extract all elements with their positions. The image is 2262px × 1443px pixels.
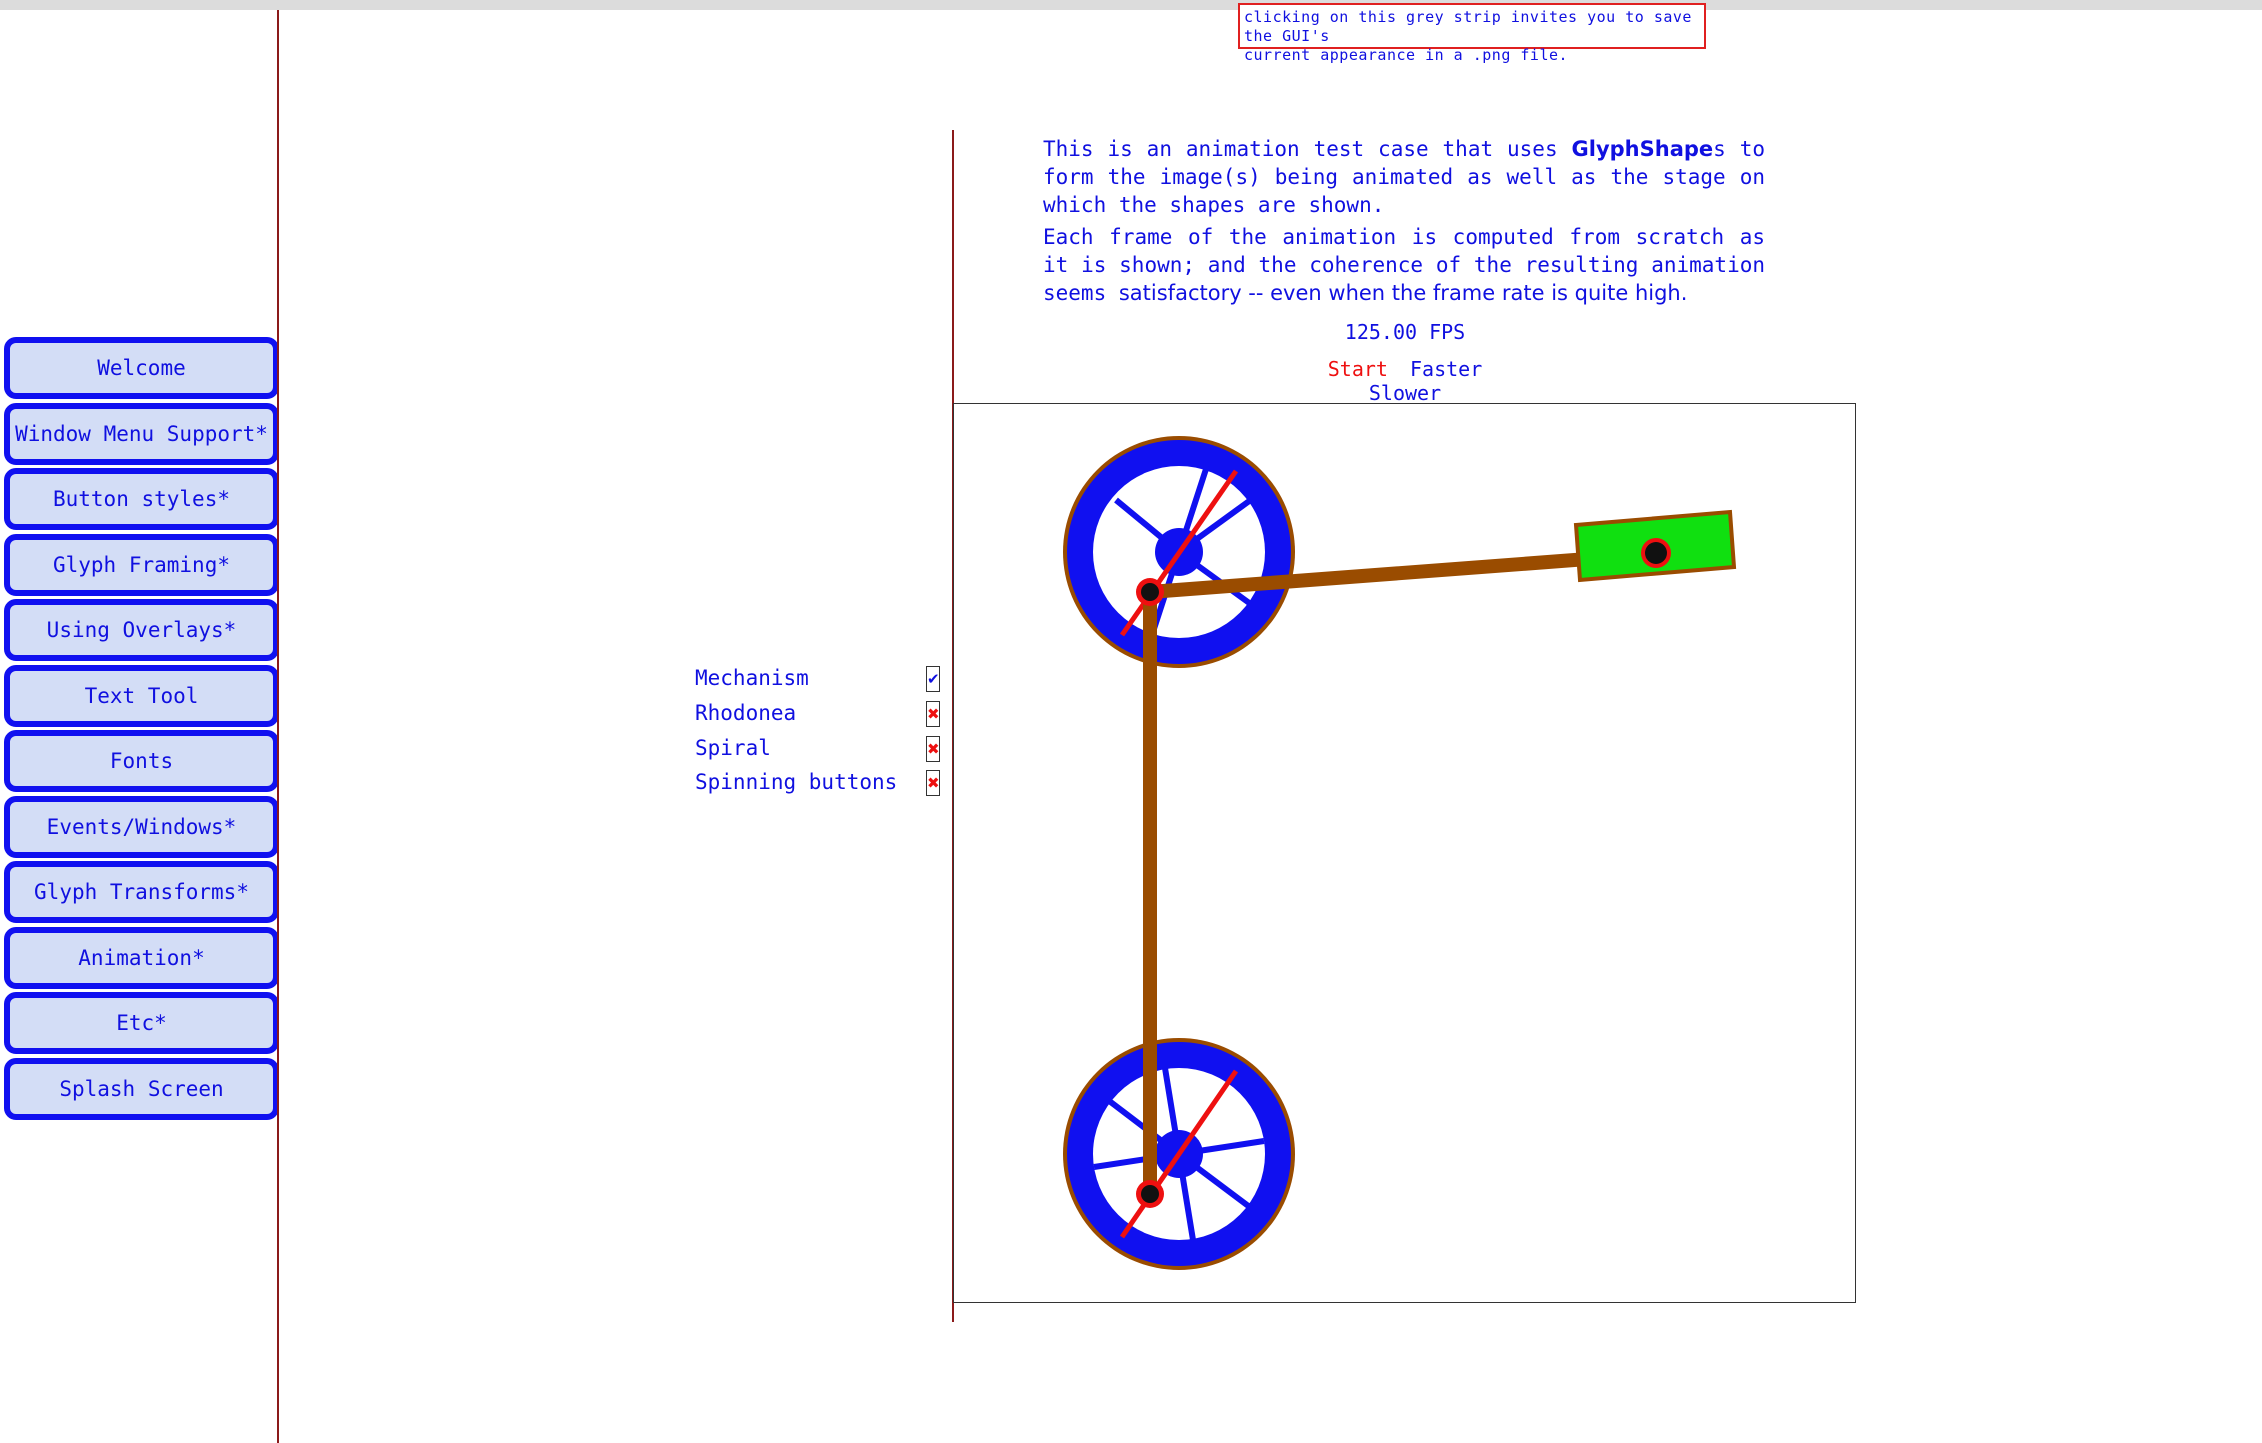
- sidebar-item-fonts[interactable]: Fonts: [4, 730, 279, 792]
- bottom-pivot: [1141, 1185, 1159, 1203]
- option-spinning-buttons[interactable]: Spinning buttons ✖: [695, 767, 955, 797]
- glyphshape-term: GlyphShape: [1571, 137, 1714, 161]
- animation-controls: Start Faster Slower: [1290, 357, 1520, 405]
- description-p1-text: This is an animation test case that uses: [1043, 137, 1572, 161]
- grey-save-strip[interactable]: [0, 0, 2262, 10]
- description-paragraph-2: Each frame of the animation is computed …: [1043, 223, 1765, 307]
- sidebar-item-using-overlays[interactable]: Using Overlays*: [4, 599, 279, 661]
- slower-button[interactable]: Slower: [1369, 381, 1441, 405]
- top-wheel: [1063, 436, 1295, 668]
- sidebar-divider: [277, 10, 279, 1443]
- animation-stage: [953, 403, 1856, 1303]
- description: This is an animation test case that uses…: [1043, 135, 1765, 311]
- tooltip-line-1: clicking on this grey strip invites you …: [1244, 8, 1692, 45]
- option-spiral-checkbox[interactable]: ✖: [926, 736, 940, 762]
- sidebar: Welcome Window Menu Support* Button styl…: [0, 0, 279, 1443]
- faster-button[interactable]: Faster: [1410, 357, 1482, 381]
- option-spinning-buttons-label: Spinning buttons: [695, 770, 898, 794]
- sidebar-item-text-tool[interactable]: Text Tool: [4, 665, 279, 727]
- fps-readout: 125.00 FPS: [1344, 320, 1466, 344]
- option-rhodonea-checkbox[interactable]: ✖: [926, 701, 940, 727]
- start-button[interactable]: Start: [1328, 357, 1388, 381]
- sidebar-item-glyph-transforms[interactable]: Glyph Transforms*: [4, 861, 279, 923]
- option-mechanism-label: Mechanism: [695, 666, 809, 690]
- sidebar-item-glyph-framing[interactable]: Glyph Framing*: [4, 534, 279, 596]
- option-spiral-label: Spiral: [695, 736, 771, 760]
- option-rhodonea[interactable]: Rhodonea ✖: [695, 698, 955, 728]
- sidebar-item-welcome[interactable]: Welcome: [4, 337, 279, 399]
- description-paragraph-1: This is an animation test case that uses…: [1043, 135, 1765, 219]
- sidebar-item-button-styles[interactable]: Button styles*: [4, 468, 279, 530]
- slider-pin: [1645, 542, 1667, 564]
- sidebar-item-events-windows[interactable]: Events/Windows*: [4, 796, 279, 858]
- sidebar-item-window-menu-support[interactable]: Window Menu Support*: [4, 403, 279, 465]
- tooltip-line-2: current appearance in a .png file.: [1244, 46, 1569, 64]
- sidebar-item-splash-screen[interactable]: Splash Screen: [4, 1058, 279, 1120]
- option-mechanism-checkbox[interactable]: ✔: [926, 666, 940, 692]
- description-p2-rest: satisfactory -- even when the frame rate…: [1118, 281, 1688, 305]
- bottom-wheel: [1063, 1038, 1295, 1270]
- option-spinning-buttons-checkbox[interactable]: ✖: [926, 770, 940, 796]
- option-spiral[interactable]: Spiral ✖: [695, 733, 955, 763]
- save-tooltip: clicking on this grey strip invites you …: [1238, 3, 1706, 64]
- option-mechanism[interactable]: Mechanism ✔: [695, 663, 955, 693]
- mechanism-drawing: [1063, 436, 1737, 1270]
- sidebar-item-animation[interactable]: Animation*: [4, 927, 279, 989]
- top-pivot: [1141, 583, 1159, 601]
- sidebar-item-etc[interactable]: Etc*: [4, 992, 279, 1054]
- option-rhodonea-label: Rhodonea: [695, 701, 797, 725]
